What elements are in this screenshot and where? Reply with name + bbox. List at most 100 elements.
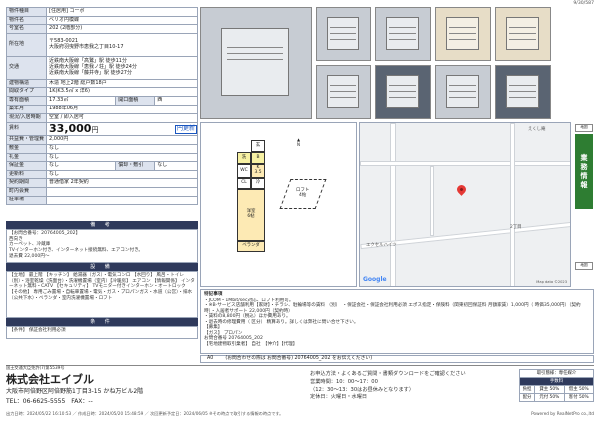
photo-thumb[interactable] <box>435 65 491 119</box>
special-notes: 特記事項 ・JCOM・1Mbit/sec対応、ロフト利用可。 ・※B-サービス店舗… <box>200 289 594 354</box>
field-label: 建物構造 <box>5 78 48 89</box>
field-value: 202 (2階部分) <box>46 24 198 34</box>
field-label: 号室名 <box>5 24 48 34</box>
business-info-tab[interactable]: 業務情報 <box>575 134 593 209</box>
plan-closet: CL <box>237 178 251 189</box>
plan-loft: ロフト 4帖 <box>279 179 327 209</box>
fee-cell: 配分 <box>518 393 536 402</box>
field-value: 1K(K3.5㎡ x 洋6) <box>46 87 198 97</box>
plan-wash: 洗 <box>237 152 251 164</box>
field-value: 2,000円 <box>46 135 198 145</box>
field-label: 開口面積 <box>115 95 156 106</box>
table-row: 物件名 ベリオ円模蝶 <box>5 15 198 26</box>
photo-thumb[interactable] <box>316 65 371 119</box>
agent-name: 株式会社エイブル <box>6 373 94 386</box>
plan-genkan: 玄 <box>251 140 265 152</box>
fee-cell: 借主 50% <box>563 385 595 394</box>
rent-badge: 円更新 <box>175 125 198 134</box>
field-label: 償却・敷引 <box>115 161 156 171</box>
compass-icon: ▲ N <box>296 137 301 147</box>
rent-amount: 33,000 <box>49 122 92 135</box>
agent-license: 国土交通大臣免許(7)第5539号 <box>6 365 65 370</box>
map-button[interactable]: 地図 <box>575 262 593 270</box>
table-row: 築年月 1988年06月 <box>5 104 198 115</box>
field-label: 更新料 <box>5 169 48 180</box>
table-row: 更新料 なし <box>5 169 198 180</box>
plan-bath: B <box>251 152 265 164</box>
photo-thumb[interactable] <box>495 65 551 119</box>
table-row: 物件種目 [住居用] コーポ <box>5 7 198 17</box>
page-id: 9/30/587 <box>573 1 594 6</box>
field-label: 町内会費 <box>5 186 48 197</box>
field-label: 物件種目 <box>5 7 48 17</box>
photo-thumb[interactable] <box>375 65 431 119</box>
conditions-body: 【条件】 保証会社利用必須 <box>6 326 198 339</box>
table-row: 敷金 なし <box>5 144 198 154</box>
field-value: 〒583-0021 大阪府羽曳野市恵我之丁目10-17 <box>46 32 198 57</box>
agent-tel: TEL：06-6625-5555 FAX：-- <box>6 398 93 405</box>
table-row: 町内会費 <box>5 186 198 197</box>
field-value: 木造 地上2階 総戸数18戸 <box>46 78 198 89</box>
inquiry-strip: A0 (お問合わせの際は お問合番号) 20764005_202 をお伝えくださ… <box>200 355 594 363</box>
fee-cell: 元付 50% <box>534 393 565 402</box>
main-photo[interactable] <box>200 7 312 119</box>
contact-line: 営業時間：10：00〜17：00 <box>310 378 378 385</box>
rent-row: 賃料 33,000円 <box>5 121 198 137</box>
contact-line: 定休日：火曜日・水曜日 <box>310 394 368 401</box>
remarks-section: 備 考 【お問合番号：20764005_202】 西向き カーペット、冷蔵庫 T… <box>6 221 198 339</box>
fee-cell: 貸主 50% <box>534 385 565 394</box>
field-value: 1988年06月 <box>46 104 198 115</box>
field-value: 普通借家 2年契約 <box>46 178 198 188</box>
table-row: 駐車場 <box>5 195 198 206</box>
table-row: 間取タイプ 1K(K3.5㎡ x 洋6) <box>5 87 198 97</box>
field-label: 駐車場 <box>5 195 48 206</box>
output-timestamp: 出力日時：2024/05/22 16:10:53 ／ 作成日時：2024/05/… <box>6 411 284 416</box>
field-label: 築年月 <box>5 104 48 115</box>
photo-thumb[interactable] <box>316 7 371 61</box>
inquiry-code: A0 <box>207 356 214 362</box>
field-label: 共益費・管理費 <box>5 135 48 145</box>
field-value: 近鉄南大阪線「高鷲」駅 徒歩11分 近鉄南大阪線「恵我ノ荘」駅 徒歩24分 近鉄… <box>46 55 198 80</box>
remarks-header: 備 考 <box>6 221 198 229</box>
table-row: 礼金 なし <box>5 152 198 163</box>
location-pin-icon <box>455 183 468 196</box>
note-line: ・※B-サービス店舗利用【家財】・チラシ、駐輪場等の賃料 （別） ・保証会社・保… <box>204 303 581 314</box>
inquiry-text: (お問合わせの際は お問合番号) 20764005_202 をお伝えください) <box>225 356 373 362</box>
fee-header: 手数料 <box>519 377 594 386</box>
table-row: 交通 近鉄南大阪線「高鷲」駅 徒歩11分 近鉄南大阪線「恵我ノ荘」駅 徒歩24分 … <box>5 55 198 80</box>
plan-kitchen: K 3.5 <box>251 164 265 178</box>
equipment-body: 【立地】 最上階 【キッチン】 給湯器（ガス）・電気コンロ 【水回り】 風呂・ト… <box>6 271 198 318</box>
field-label: 保証金 <box>5 161 48 171</box>
plan-room: 洋室 6帖 <box>237 189 265 241</box>
fee-cell: 客付 50% <box>563 393 595 402</box>
fee-cell: 負担 <box>518 385 536 394</box>
table-row: 現況/入居時期 空室 / 即入居可 <box>5 113 198 123</box>
location-map[interactable]: エクセルハイツ 2丁目 えくし庵 Google Map data ©2023 <box>359 122 571 287</box>
field-value: なし <box>46 144 198 154</box>
agent-footer: 国土交通大臣免許(7)第5539号 株式会社エイブル 大阪市阿倍野区阿倍野筋1丁… <box>6 365 595 409</box>
table-row: 専有面積 17.33㎡ 開口面積西 <box>5 95 198 106</box>
bottom-bar: 出力日時：2024/05/22 16:10:53 ／ 作成日時：2024/05/… <box>6 411 594 417</box>
fee-title: 取引態様：専任媒介 <box>519 369 594 378</box>
photo-thumb[interactable] <box>375 7 431 61</box>
fee-table: 取引態様：専任媒介 手数料 負担 貸主 50% 借主 50% 配分 元付 50% 客付 … <box>518 369 595 402</box>
field-value: 空室 / 即入居可 <box>46 113 198 123</box>
field-value: 17.33㎡ <box>46 95 117 106</box>
conditions-header: 条 件 <box>6 318 198 326</box>
photo-thumb[interactable] <box>495 7 551 61</box>
property-table: 物件種目 [住居用] コーポ 物件名 ベリオ円模蝶 号室名 202 (2階部分) 所在地 〒5… <box>5 7 198 206</box>
map-label: えくし庵 <box>528 127 546 132</box>
field-value: ベリオ円模蝶 <box>46 15 198 26</box>
contact-info: お申込方法・よくあるご質問・書類ダウンロードをご確認ください 営業時間：10：00… <box>310 371 466 402</box>
remarks-body: 【お問合番号：20764005_202】 西向き カーペット、冷蔵庫 TVインタ… <box>6 229 198 263</box>
field-value: なし <box>46 169 198 180</box>
field-label: 専有面積 <box>5 95 48 106</box>
field-label: 現況/入居時期 <box>5 113 48 123</box>
field-label: 契約期間 <box>5 178 48 188</box>
field-label: 所在地 <box>5 32 48 57</box>
table-row: 保証金 なし 償却・敷引 なし <box>5 161 198 171</box>
photo-thumb[interactable] <box>435 7 491 61</box>
map-button[interactable]: 地図 <box>575 124 593 132</box>
powered-by: Powered by RealNetPro co.,ltd <box>531 411 594 416</box>
field-label: 礼金 <box>5 152 48 163</box>
